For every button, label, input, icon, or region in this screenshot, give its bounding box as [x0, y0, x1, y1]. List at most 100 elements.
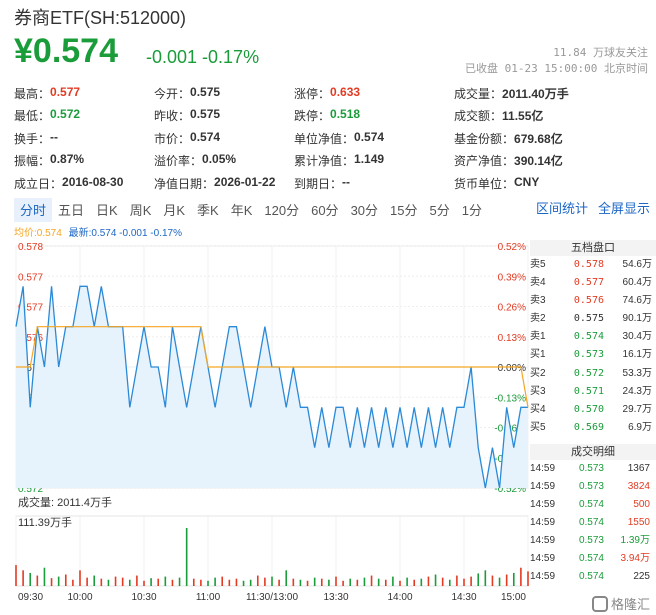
stat-value: --	[50, 129, 59, 144]
x-tick-label: 11:00	[196, 592, 221, 603]
volume-bar	[306, 580, 309, 586]
tab-0[interactable]: 分时	[14, 198, 53, 222]
stat-value: 0.574	[354, 129, 385, 144]
stat-item: 换手： --	[14, 130, 154, 147]
volume-bar	[185, 528, 188, 586]
volume-bar	[114, 576, 117, 586]
level-price: 0.569	[573, 421, 604, 433]
tab-6[interactable]: 年K	[225, 198, 259, 222]
volume-bar	[456, 575, 458, 586]
level-price: 0.571	[573, 385, 604, 397]
page-title: 券商ETF(SH:512000)	[14, 8, 187, 28]
stat-label: 货币单位：	[454, 176, 515, 191]
volume-bar	[79, 570, 81, 586]
trade-row: 14:59 0.574 500	[530, 496, 656, 514]
volume-bar	[377, 578, 380, 586]
tab-10[interactable]: 15分	[384, 198, 423, 222]
volume-bar	[392, 576, 394, 586]
y-right-tick-label: 0.39%	[498, 272, 526, 283]
tab-11[interactable]: 5分	[424, 198, 456, 222]
volume-bar	[214, 577, 216, 586]
bid-row: 买4 0.570 29.7万	[530, 401, 656, 419]
volume-bar	[207, 580, 209, 586]
trade-price: 0.573	[578, 481, 604, 492]
volume-bar	[57, 576, 60, 586]
tab-3[interactable]: 周K	[124, 198, 158, 222]
level-volume: 6.9万	[628, 421, 652, 433]
tab-5[interactable]: 季K	[191, 198, 225, 222]
stat-value: --	[342, 174, 351, 189]
bid-row: 买1 0.573 16.1万	[530, 346, 656, 364]
y-tick-label: 0.578	[18, 242, 43, 253]
stat-item: 成立日： 2016-08-30	[14, 175, 154, 192]
ask-row: 卖3 0.576 74.6万	[530, 292, 656, 310]
stat-item: 累计净值： 1.149	[294, 152, 454, 169]
stat-item: 市价： 0.574	[154, 130, 294, 147]
trade-time: 14:59	[530, 481, 556, 492]
trade-time: 14:59	[530, 517, 556, 528]
volume-bar	[413, 579, 416, 586]
tab-12[interactable]: 1分	[456, 198, 488, 222]
volume-bar	[320, 578, 323, 586]
volume-bar	[242, 580, 245, 586]
intraday-chart[interactable]: 0.578 0.52%0.577 0.39%0.577 0.26%0.576 0.13%…	[0, 236, 530, 611]
tab-8[interactable]: 60分	[305, 198, 344, 222]
volume-bar	[64, 574, 67, 586]
watermark-text: 格隆汇	[610, 597, 650, 612]
level-volume: 54.6万	[622, 259, 652, 270]
stat-label: 市价：	[154, 131, 191, 146]
volume-bar	[463, 578, 465, 586]
range-stats-link[interactable]: 区间统计	[536, 198, 588, 217]
volume-max: 111.39万手	[18, 517, 73, 529]
tab-2[interactable]: 日K	[90, 198, 124, 222]
stat-item: 基金份额： 679.68亿	[454, 130, 654, 147]
volume-bar	[221, 576, 224, 586]
order-book: 五档盘口 卖5 0.578 54.6万 卖4 0.577 60.4万 卖3 0.576 74.6…	[530, 240, 656, 437]
trade-volume: 500	[633, 499, 650, 510]
trade-volume: 3.94万	[620, 553, 650, 564]
level-label: 买5	[530, 421, 546, 433]
trade-price: 0.573	[578, 535, 604, 546]
x-tick-label: 10:00	[67, 592, 92, 603]
level-label: 卖1	[530, 331, 546, 343]
trade-price: 0.573	[578, 463, 604, 474]
tab-9[interactable]: 30分	[345, 198, 384, 222]
stat-item: 成交量： 2011.40万手	[454, 85, 654, 102]
tab-1[interactable]: 五日	[52, 198, 90, 222]
stat-label: 跌停：	[294, 109, 331, 124]
stat-item: 振幅： 0.87%	[14, 152, 154, 169]
ask-row: 卖4 0.577 60.4万	[530, 274, 656, 292]
trade-row: 14:59 0.574 3.94万	[530, 550, 656, 568]
volume-bar	[192, 578, 195, 586]
volume-bar	[491, 575, 494, 586]
stat-label: 涨停：	[294, 86, 331, 101]
volume-bar	[406, 577, 408, 586]
stat-value: 0.05%	[202, 152, 237, 167]
volume-bar	[200, 579, 202, 586]
volume-bar	[150, 578, 152, 586]
volume-bar	[29, 572, 32, 586]
volume-bar	[342, 580, 344, 586]
level-volume: 74.6万	[622, 295, 652, 307]
volume-bar	[299, 579, 302, 586]
ask-row: 卖5 0.578 54.6万	[530, 256, 656, 274]
volume-bar	[157, 578, 160, 586]
tab-7[interactable]: 120分	[258, 198, 305, 222]
stat-item: 资产净值： 390.14亿	[454, 152, 654, 169]
volume-bar	[292, 578, 295, 586]
volume-bar	[228, 579, 231, 586]
level-price: 0.577	[573, 277, 604, 289]
stat-item: 货币单位： CNY	[454, 175, 654, 192]
stat-label: 最高：	[14, 86, 51, 101]
stat-item: 今开： 0.575	[154, 85, 294, 102]
stat-label: 最低：	[14, 109, 51, 124]
y-tick-label: 0.577	[18, 272, 43, 283]
fullscreen-link[interactable]: 全屏显示	[598, 198, 650, 217]
volume-bar	[470, 576, 472, 586]
stat-item: 溢价率： 0.05%	[154, 152, 294, 169]
level-price: 0.575	[573, 313, 604, 325]
volume-bar	[313, 577, 316, 586]
tab-4[interactable]: 月K	[157, 198, 191, 222]
volume-bar	[178, 577, 181, 586]
trade-time: 14:59	[530, 553, 556, 564]
